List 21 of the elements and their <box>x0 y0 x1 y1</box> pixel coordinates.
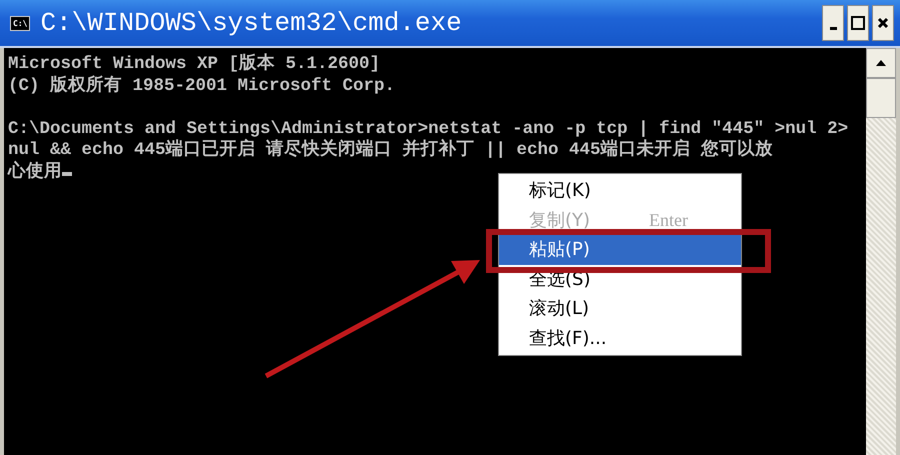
close-button[interactable] <box>872 5 894 41</box>
maximize-icon <box>851 16 865 30</box>
menu-item[interactable]: 查找(F)... <box>499 324 741 353</box>
up-arrow-icon <box>875 59 887 67</box>
scroll-up-button[interactable] <box>866 48 896 78</box>
scroll-thumb[interactable] <box>866 78 896 118</box>
menu-item[interactable]: 标记(K) <box>499 176 741 206</box>
minimize-button[interactable] <box>822 5 844 41</box>
menu-item[interactable]: 粘贴(P) <box>499 235 741 264</box>
console-line: C:\Documents and Settings\Administrator>netstat -ano -p tcp | find "445" >nul 2> <box>8 118 848 138</box>
maximize-button[interactable] <box>847 5 869 41</box>
console-line: 心使用 <box>8 162 62 182</box>
app-icon: C:\ <box>10 16 30 30</box>
console-line: Microsoft Windows XP [版本 5.1.2600] <box>8 54 380 74</box>
minimize-icon <box>830 26 836 30</box>
console-line: (C) 版权所有 1985-2001 Microsoft Corp. <box>8 76 396 96</box>
window-title: C:\WINDOWS\system32\cmd.exe <box>40 8 463 38</box>
scroll-bar[interactable] <box>866 48 896 455</box>
menu-item[interactable]: 滚动(L) <box>499 294 741 324</box>
close-icon <box>877 17 889 29</box>
console-line: nul && echo 445端口已开启 请尽快关闭端口 并打补丁 || echo 445端口未开启 您可以放 <box>8 140 774 160</box>
